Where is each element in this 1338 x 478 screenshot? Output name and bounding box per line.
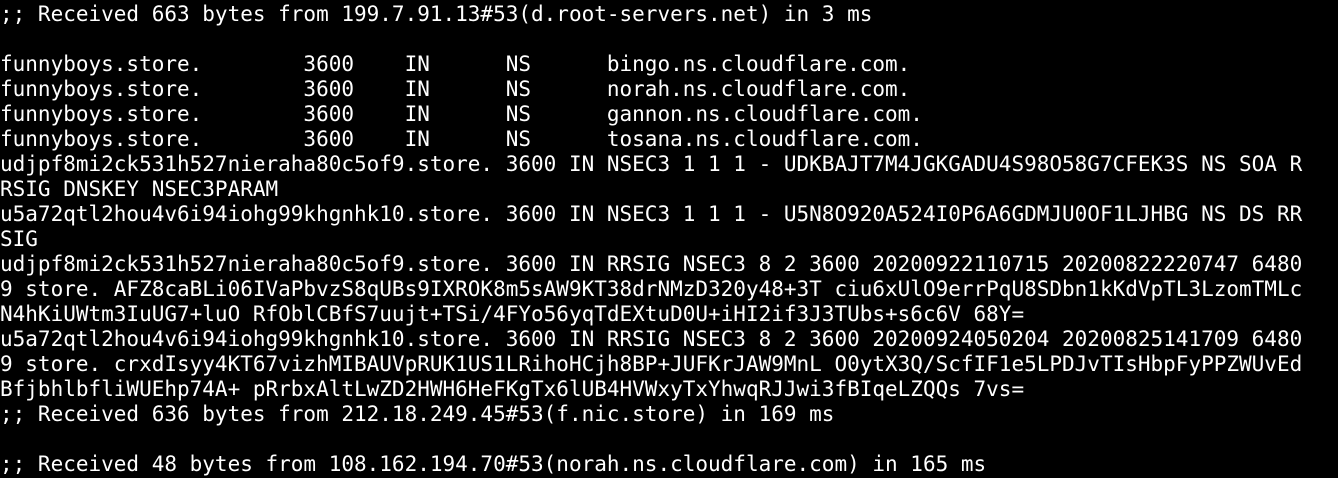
- terminal-line: BfjbhlbfliWUEhp74A+ pRrbxAltLwZD2HWH6HeF…: [0, 377, 1025, 401]
- terminal-line: ;; Received 636 bytes from 212.18.249.45…: [0, 402, 835, 426]
- terminal-line: 9 store. crxdIsyy4KT67vizhMIBAUVpRUK1US1…: [0, 352, 1303, 376]
- terminal-line: N4hKiUWtm3IuUG7+luO RfOblCBfS7uujt+TSi/4…: [0, 302, 1025, 326]
- terminal-line: 9 store. AFZ8caBLi06IVaPbvzS8qUBs9IXROK8…: [0, 277, 1303, 301]
- terminal-line: funnyboys.store. 3600 IN NS gannon.ns.cl…: [0, 102, 923, 126]
- terminal-line: udjpf8mi2ck531h527nieraha80c5of9.store. …: [0, 252, 1303, 276]
- terminal-line: SIG: [0, 227, 38, 251]
- terminal-line: funnyboys.store. 3600 IN NS bingo.ns.clo…: [0, 52, 911, 76]
- terminal-line: funnyboys.store. 3600 IN NS norah.ns.clo…: [0, 77, 911, 101]
- terminal-line: RSIG DNSKEY NSEC3PARAM: [0, 177, 279, 201]
- terminal-window[interactable]: ;; Received 663 bytes from 199.7.91.13#5…: [0, 0, 1338, 478]
- terminal-line: udjpf8mi2ck531h527nieraha80c5of9.store. …: [0, 152, 1303, 176]
- terminal-line: funnyboys.store. 3600 IN NS tosana.ns.cl…: [0, 127, 923, 151]
- terminal-line: ;; Received 663 bytes from 199.7.91.13#5…: [0, 2, 873, 26]
- terminal-line: ;; Received 48 bytes from 108.162.194.70…: [0, 452, 987, 476]
- terminal-line: u5a72qtl2hou4v6i94iohg99khgnhk10.store. …: [0, 202, 1303, 226]
- terminal-line: u5a72qtl2hou4v6i94iohg99khgnhk10.store. …: [0, 327, 1303, 351]
